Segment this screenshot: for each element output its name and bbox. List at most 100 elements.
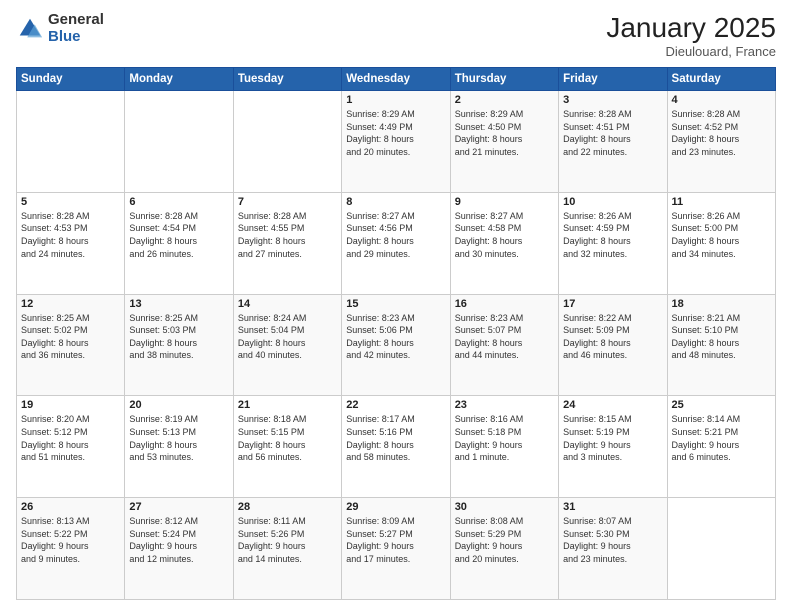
month-title: January 2025 bbox=[606, 12, 776, 44]
calendar-cell: 16 Sunrise: 8:23 AM Sunset: 5:07 PM Dayli… bbox=[450, 294, 558, 396]
calendar-cell: 7 Sunrise: 8:28 AM Sunset: 4:55 PM Daylig… bbox=[233, 192, 341, 294]
calendar-cell: 6 Sunrise: 8:28 AM Sunset: 4:54 PM Daylig… bbox=[125, 192, 233, 294]
day-info: Sunrise: 8:26 AM Sunset: 4:59 PM Dayligh… bbox=[563, 210, 662, 260]
day-info: Sunrise: 8:07 AM Sunset: 5:30 PM Dayligh… bbox=[563, 515, 662, 565]
calendar-cell: 26 Sunrise: 8:13 AM Sunset: 5:22 PM Dayli… bbox=[17, 498, 125, 600]
day-number: 24 bbox=[563, 399, 662, 411]
calendar-cell: 25 Sunrise: 8:14 AM Sunset: 5:21 PM Dayli… bbox=[667, 396, 775, 498]
day-info: Sunrise: 8:23 AM Sunset: 5:07 PM Dayligh… bbox=[455, 312, 554, 362]
day-info: Sunrise: 8:13 AM Sunset: 5:22 PM Dayligh… bbox=[21, 515, 120, 565]
calendar-week-row-1: 5 Sunrise: 8:28 AM Sunset: 4:53 PM Daylig… bbox=[17, 192, 776, 294]
day-info: Sunrise: 8:28 AM Sunset: 4:54 PM Dayligh… bbox=[129, 210, 228, 260]
day-info: Sunrise: 8:21 AM Sunset: 5:10 PM Dayligh… bbox=[672, 312, 771, 362]
calendar-cell bbox=[233, 91, 341, 193]
day-number: 12 bbox=[21, 298, 120, 310]
calendar-cell: 1Sunrise: 8:29 AM Sunset: 4:49 PM Daylig… bbox=[342, 91, 450, 193]
day-info: Sunrise: 8:12 AM Sunset: 5:24 PM Dayligh… bbox=[129, 515, 228, 565]
calendar-cell: 21 Sunrise: 8:18 AM Sunset: 5:15 PM Dayli… bbox=[233, 396, 341, 498]
logo: General Blue bbox=[16, 12, 104, 45]
day-info: Sunrise: 8:22 AM Sunset: 5:09 PM Dayligh… bbox=[563, 312, 662, 362]
col-tuesday: Tuesday bbox=[233, 68, 341, 91]
calendar-cell: 15 Sunrise: 8:23 AM Sunset: 5:06 PM Dayli… bbox=[342, 294, 450, 396]
day-number: 11 bbox=[672, 196, 771, 208]
calendar-cell: 28Sunrise: 8:11 AM Sunset: 5:26 PM Dayli… bbox=[233, 498, 341, 600]
day-info: Sunrise: 8:27 AM Sunset: 4:56 PM Dayligh… bbox=[346, 210, 445, 260]
day-number: 17 bbox=[563, 298, 662, 310]
calendar-cell bbox=[17, 91, 125, 193]
day-number: 4 bbox=[672, 94, 771, 106]
day-number: 22 bbox=[346, 399, 445, 411]
col-sunday: Sunday bbox=[17, 68, 125, 91]
day-info: Sunrise: 8:18 AM Sunset: 5:15 PM Dayligh… bbox=[238, 413, 337, 463]
calendar-cell: 22Sunrise: 8:17 AM Sunset: 5:16 PM Dayli… bbox=[342, 396, 450, 498]
calendar-cell: 31 Sunrise: 8:07 AM Sunset: 5:30 PM Dayli… bbox=[559, 498, 667, 600]
calendar-week-row-3: 19Sunrise: 8:20 AM Sunset: 5:12 PM Dayli… bbox=[17, 396, 776, 498]
day-number: 20 bbox=[129, 399, 228, 411]
calendar-table: Sunday Monday Tuesday Wednesday Thursday… bbox=[16, 67, 776, 600]
day-number: 18 bbox=[672, 298, 771, 310]
col-friday: Friday bbox=[559, 68, 667, 91]
day-number: 15 bbox=[346, 298, 445, 310]
day-info: Sunrise: 8:14 AM Sunset: 5:21 PM Dayligh… bbox=[672, 413, 771, 463]
day-info: Sunrise: 8:08 AM Sunset: 5:29 PM Dayligh… bbox=[455, 515, 554, 565]
page: General Blue January 2025 Dieulouard, Fr… bbox=[0, 0, 792, 612]
day-number: 23 bbox=[455, 399, 554, 411]
calendar-week-row-4: 26 Sunrise: 8:13 AM Sunset: 5:22 PM Dayli… bbox=[17, 498, 776, 600]
day-info: Sunrise: 8:28 AM Sunset: 4:51 PM Dayligh… bbox=[563, 108, 662, 158]
calendar-cell: 14Sunrise: 8:24 AM Sunset: 5:04 PM Dayli… bbox=[233, 294, 341, 396]
calendar-cell: 11 Sunrise: 8:26 AM Sunset: 5:00 PM Dayli… bbox=[667, 192, 775, 294]
logo-text: General Blue bbox=[48, 12, 104, 45]
day-number: 26 bbox=[21, 501, 120, 513]
day-info: Sunrise: 8:15 AM Sunset: 5:19 PM Dayligh… bbox=[563, 413, 662, 463]
day-number: 7 bbox=[238, 196, 337, 208]
col-thursday: Thursday bbox=[450, 68, 558, 91]
day-number: 25 bbox=[672, 399, 771, 411]
calendar-cell bbox=[667, 498, 775, 600]
logo-general: General bbox=[48, 12, 104, 29]
day-info: Sunrise: 8:28 AM Sunset: 4:52 PM Dayligh… bbox=[672, 108, 771, 158]
calendar-cell: 3 Sunrise: 8:28 AM Sunset: 4:51 PM Daylig… bbox=[559, 91, 667, 193]
col-wednesday: Wednesday bbox=[342, 68, 450, 91]
day-info: Sunrise: 8:28 AM Sunset: 4:53 PM Dayligh… bbox=[21, 210, 120, 260]
calendar-cell: 19Sunrise: 8:20 AM Sunset: 5:12 PM Dayli… bbox=[17, 396, 125, 498]
day-info: Sunrise: 8:28 AM Sunset: 4:55 PM Dayligh… bbox=[238, 210, 337, 260]
calendar-cell bbox=[125, 91, 233, 193]
calendar-cell: 30 Sunrise: 8:08 AM Sunset: 5:29 PM Dayli… bbox=[450, 498, 558, 600]
day-info: Sunrise: 8:26 AM Sunset: 5:00 PM Dayligh… bbox=[672, 210, 771, 260]
col-monday: Monday bbox=[125, 68, 233, 91]
title-block: January 2025 Dieulouard, France bbox=[606, 12, 776, 59]
day-number: 21 bbox=[238, 399, 337, 411]
day-number: 30 bbox=[455, 501, 554, 513]
calendar-cell: 18 Sunrise: 8:21 AM Sunset: 5:10 PM Dayli… bbox=[667, 294, 775, 396]
calendar-cell: 12 Sunrise: 8:25 AM Sunset: 5:02 PM Dayli… bbox=[17, 294, 125, 396]
calendar-header-row: Sunday Monday Tuesday Wednesday Thursday… bbox=[17, 68, 776, 91]
day-info: Sunrise: 8:29 AM Sunset: 4:49 PM Dayligh… bbox=[346, 108, 445, 158]
day-number: 6 bbox=[129, 196, 228, 208]
calendar-cell: 5 Sunrise: 8:28 AM Sunset: 4:53 PM Daylig… bbox=[17, 192, 125, 294]
day-info: Sunrise: 8:25 AM Sunset: 5:03 PM Dayligh… bbox=[129, 312, 228, 362]
calendar-cell: 13 Sunrise: 8:25 AM Sunset: 5:03 PM Dayli… bbox=[125, 294, 233, 396]
day-number: 8 bbox=[346, 196, 445, 208]
day-number: 13 bbox=[129, 298, 228, 310]
day-info: Sunrise: 8:23 AM Sunset: 5:06 PM Dayligh… bbox=[346, 312, 445, 362]
col-saturday: Saturday bbox=[667, 68, 775, 91]
logo-blue-text: Blue bbox=[48, 29, 104, 46]
day-number: 27 bbox=[129, 501, 228, 513]
calendar-cell: 4 Sunrise: 8:28 AM Sunset: 4:52 PM Daylig… bbox=[667, 91, 775, 193]
day-number: 3 bbox=[563, 94, 662, 106]
location: Dieulouard, France bbox=[606, 44, 776, 59]
calendar-cell: 9Sunrise: 8:27 AM Sunset: 4:58 PM Daylig… bbox=[450, 192, 558, 294]
day-info: Sunrise: 8:25 AM Sunset: 5:02 PM Dayligh… bbox=[21, 312, 120, 362]
logo-icon bbox=[16, 15, 44, 43]
calendar-cell: 2Sunrise: 8:29 AM Sunset: 4:50 PM Daylig… bbox=[450, 91, 558, 193]
calendar-week-row-0: 1Sunrise: 8:29 AM Sunset: 4:49 PM Daylig… bbox=[17, 91, 776, 193]
day-number: 29 bbox=[346, 501, 445, 513]
calendar-cell: 29Sunrise: 8:09 AM Sunset: 5:27 PM Dayli… bbox=[342, 498, 450, 600]
calendar-cell: 20Sunrise: 8:19 AM Sunset: 5:13 PM Dayli… bbox=[125, 396, 233, 498]
day-number: 5 bbox=[21, 196, 120, 208]
day-number: 31 bbox=[563, 501, 662, 513]
day-info: Sunrise: 8:11 AM Sunset: 5:26 PM Dayligh… bbox=[238, 515, 337, 565]
calendar-cell: 17 Sunrise: 8:22 AM Sunset: 5:09 PM Dayli… bbox=[559, 294, 667, 396]
day-number: 14 bbox=[238, 298, 337, 310]
day-number: 16 bbox=[455, 298, 554, 310]
